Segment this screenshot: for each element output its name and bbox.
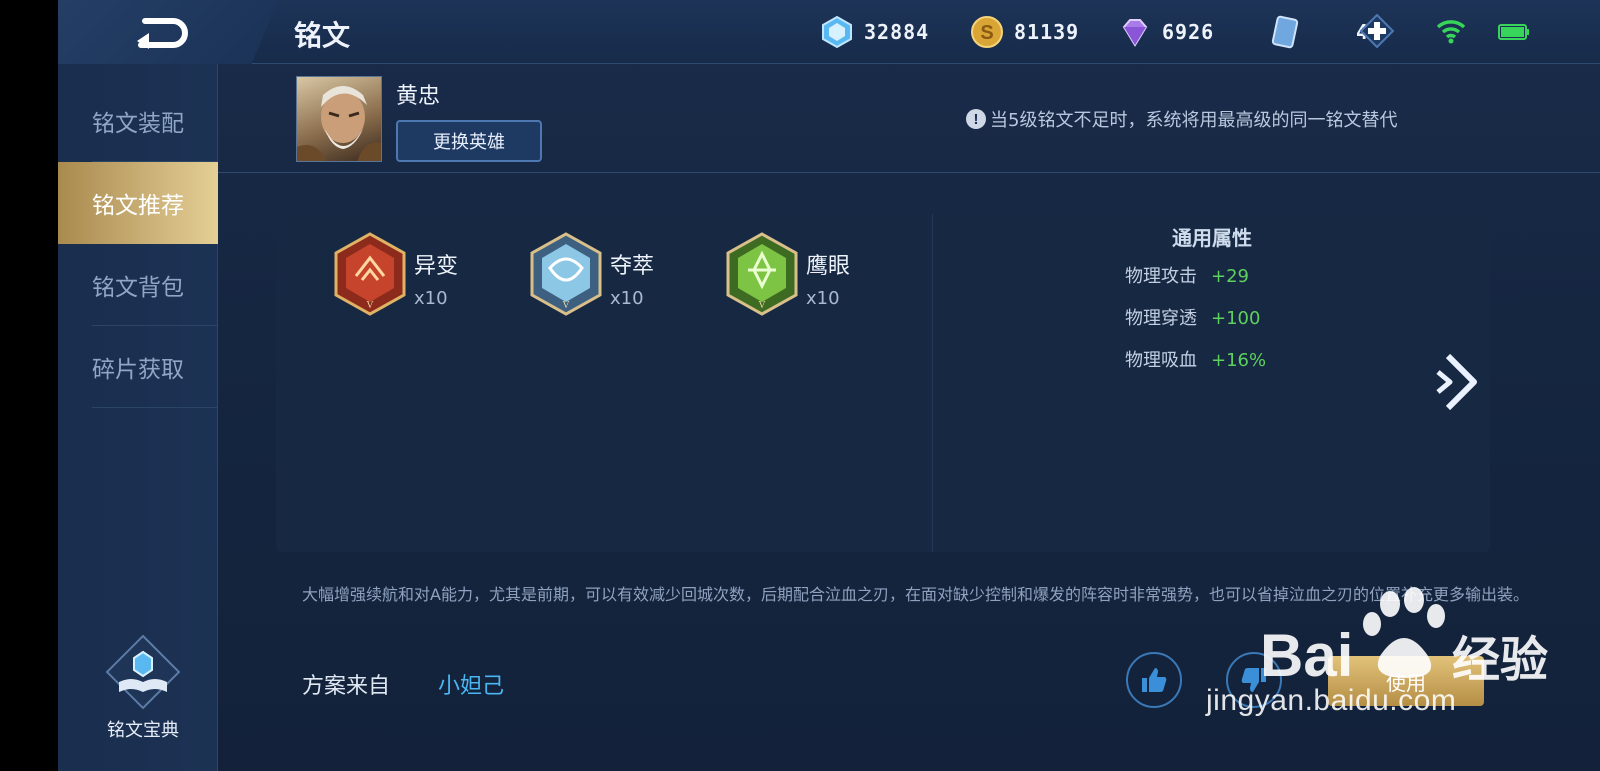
attribute-value: +100	[1211, 308, 1261, 329]
add-plus-icon[interactable]	[1360, 14, 1394, 48]
resource-crystal: 32884	[820, 14, 929, 50]
attribute-name: 物理吸血	[1125, 350, 1197, 371]
sidebar-item-fragment-obtain[interactable]: 碎片获取	[58, 326, 218, 408]
crystal-icon	[822, 15, 852, 49]
green-rune-icon: V	[726, 232, 798, 316]
rune-name: 异变	[414, 254, 459, 279]
gold-coin-icon: S	[971, 16, 1003, 48]
diamond-icon	[1122, 19, 1148, 47]
recommendation-description: 大幅增强续航和对A能力，尤其是前期，可以有效减少回城次数，后期配合泣血之刃，在面…	[302, 585, 1529, 604]
svg-text:V: V	[758, 300, 766, 311]
attribute-name: 物理穿透	[1125, 308, 1197, 329]
wifi-icon	[1436, 20, 1466, 44]
watermark-url: jingyan.baidu.com	[1206, 684, 1457, 717]
card-icon	[1271, 15, 1299, 49]
rune-notice: ! 当5级铭文不足时，系统将用最高级的同一铭文替代	[966, 106, 1397, 132]
header-divider	[218, 172, 1600, 173]
thumbs-up-icon	[1142, 668, 1167, 692]
sidebar-item-label: 铭文背包	[92, 275, 184, 301]
attributes-section: 通用属性 物理攻击 +29 物理穿透 +100 物理吸血 +16%	[932, 214, 1490, 552]
attribute-name: 物理攻击	[1125, 266, 1197, 287]
like-button[interactable]	[1126, 652, 1182, 708]
next-page-arrow-icon[interactable]	[1434, 350, 1482, 414]
sidebar-item-label: 铭文推荐	[92, 193, 184, 219]
blue-rune-icon: V	[530, 232, 602, 316]
back-button[interactable]	[58, 0, 278, 64]
attribute-row: 物理吸血 +16%	[1125, 346, 1266, 372]
notice-text: 当5级铭文不足时，系统将用最高级的同一铭文替代	[990, 110, 1398, 131]
attribute-value: +29	[1211, 266, 1249, 287]
battery-icon	[1498, 24, 1529, 40]
page-title: 铭文	[294, 19, 351, 52]
resource-diamond: 6926	[1118, 14, 1214, 50]
change-hero-button[interactable]: 更换英雄	[396, 120, 542, 162]
red-rune-icon: V	[334, 232, 406, 316]
svg-text:V: V	[366, 300, 374, 311]
rune-item-extraction[interactable]: V 夺萃 x10	[530, 232, 720, 322]
sidebar-item-rune-recommend[interactable]: 铭文推荐	[58, 162, 218, 244]
back-arrow-icon	[137, 18, 188, 49]
rune-count: x10	[414, 288, 448, 309]
sidebar-item-label: 碎片获取	[92, 357, 184, 383]
source-label: 方案来自	[302, 674, 391, 699]
app-window: 铭文 32884 S 81139 6926 铭文装配 铭文推荐 铭文背包 碎片获…	[58, 0, 1600, 771]
sidebar: 铭文装配 铭文推荐 铭文背包 碎片获取 铭文宝典	[58, 64, 218, 771]
hero-name: 黄忠	[396, 84, 441, 109]
crystal-count: 32884	[864, 20, 930, 44]
rune-name: 鹰眼	[806, 254, 851, 279]
rune-codex-button[interactable]: 铭文宝典	[98, 634, 188, 754]
hero-portrait-icon	[297, 86, 381, 161]
gold-count: 81139	[1014, 20, 1080, 44]
resource-gold: S 81139	[970, 14, 1079, 50]
rune-name: 夺萃	[610, 254, 655, 279]
rune-count: x10	[806, 288, 840, 309]
svg-text:V: V	[562, 300, 570, 311]
attribute-row: 物理攻击 +29	[1125, 262, 1249, 288]
attribute-row: 物理穿透 +100	[1125, 304, 1260, 330]
attributes-title: 通用属性	[1172, 226, 1252, 250]
rune-item-hawkeye[interactable]: V 鹰眼 x10	[726, 232, 916, 322]
hero-avatar	[296, 76, 382, 162]
rune-count: x10	[610, 288, 644, 309]
attribute-value: +16%	[1211, 350, 1267, 371]
rune-item-mutation[interactable]: V 异变 x10	[334, 232, 524, 322]
diamond-count: 6926	[1162, 20, 1215, 44]
sidebar-item-label: 铭文装配	[92, 111, 184, 137]
info-icon: !	[966, 109, 986, 129]
top-bar: 铭文 32884 S 81139 6926	[58, 0, 1600, 64]
source-author-link[interactable]: 小妲己	[438, 668, 504, 700]
book-crystal-icon	[105, 634, 181, 710]
rune-panel: V 异变 x10 V 夺萃 x10 V 鹰眼 x10 通用属性 物理攻击 +29…	[276, 214, 1490, 552]
sidebar-item-rune-equip[interactable]: 铭文装配	[58, 80, 218, 162]
sidebar-item-rune-bag[interactable]: 铭文背包	[58, 244, 218, 326]
codex-label: 铭文宝典	[107, 720, 179, 741]
svg-text:S: S	[980, 22, 993, 44]
